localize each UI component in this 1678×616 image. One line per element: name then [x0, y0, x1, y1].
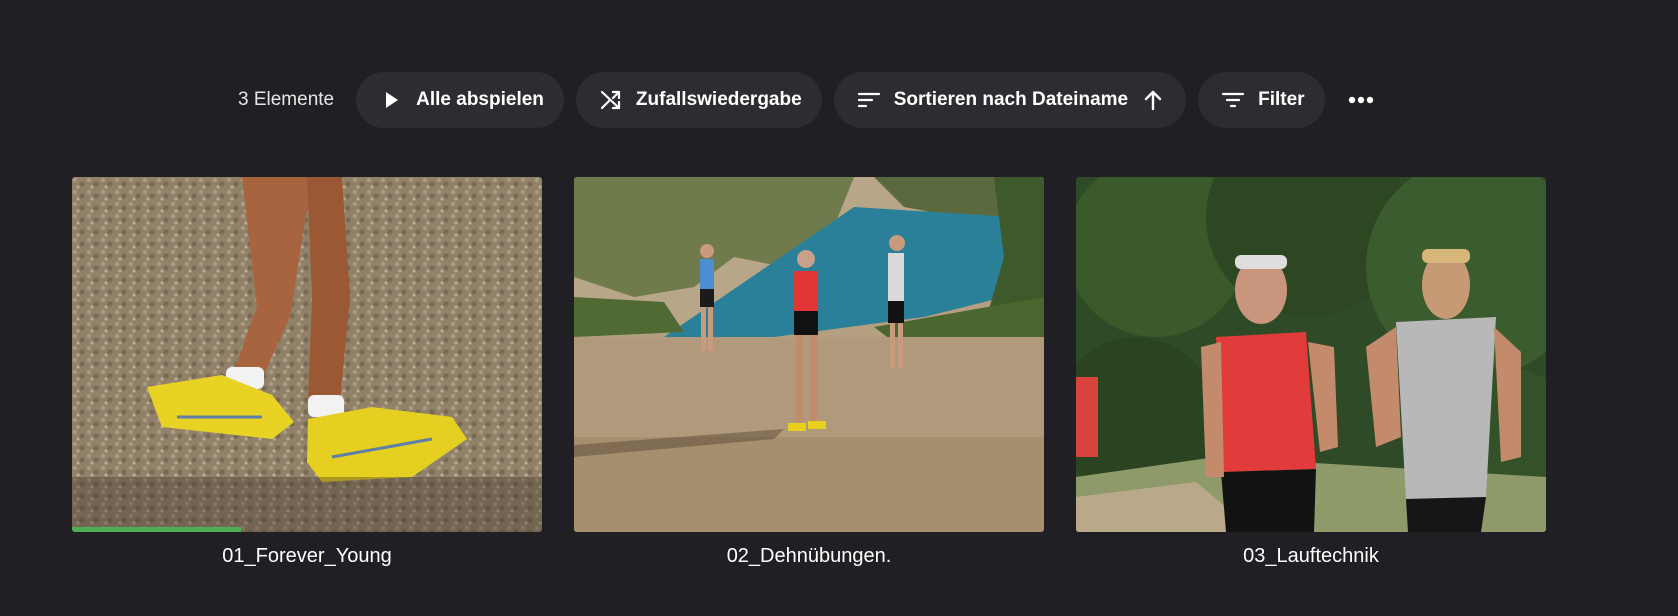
item-count: 3 Elemente	[238, 89, 335, 110]
video-grid: 01_Forever_Young 02_Dehnübungen. 03_Lauf…	[72, 177, 1546, 568]
shuffle-label: Zufallswiedergabe	[635, 89, 802, 110]
filter-icon	[1220, 87, 1246, 113]
video-thumbnail[interactable]	[1076, 177, 1546, 532]
video-card[interactable]: 02_Dehnübungen.	[574, 177, 1044, 568]
video-thumbnail[interactable]	[72, 177, 542, 532]
more-options-button[interactable]	[1337, 72, 1385, 128]
shuffle-button[interactable]: Zufallswiedergabe	[575, 72, 822, 128]
filter-label: Filter	[1258, 89, 1305, 110]
video-card[interactable]: 01_Forever_Young	[72, 177, 542, 568]
sort-label: Sortieren nach Dateiname	[893, 89, 1129, 110]
shuffle-icon	[598, 87, 624, 113]
sort-button[interactable]: Sortieren nach Dateiname	[833, 72, 1187, 128]
play-all-button[interactable]: Alle abspielen	[356, 72, 564, 128]
filter-button[interactable]: Filter	[1198, 72, 1325, 128]
watch-progress-bar	[72, 527, 242, 532]
video-title: 02_Dehnübungen.	[726, 545, 892, 567]
play-all-label: Alle abspielen	[416, 89, 544, 110]
play-icon	[378, 87, 404, 113]
arrow-up-icon	[1140, 87, 1166, 113]
video-title: 03_Lauftechnik	[1243, 545, 1379, 567]
video-title: 01_Forever_Young	[222, 545, 392, 567]
toolbar: 3 Elemente Alle abspielen Zufallswiederg…	[238, 72, 1385, 128]
sort-icon	[856, 87, 882, 113]
video-card[interactable]: 03_Lauftechnik	[1076, 177, 1546, 568]
more-horizontal-icon	[1348, 91, 1374, 109]
video-thumbnail[interactable]	[574, 177, 1044, 532]
